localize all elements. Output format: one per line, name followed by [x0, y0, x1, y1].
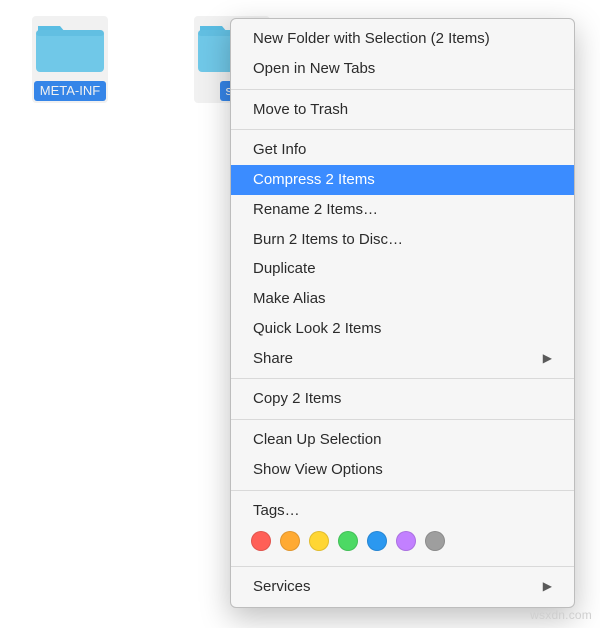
menu-item-label: New Folder with Selection (2 Items) — [253, 28, 490, 50]
menu-item[interactable]: Make Alias — [231, 284, 574, 314]
tag-color-dot[interactable] — [280, 531, 300, 551]
tag-color-dot[interactable] — [338, 531, 358, 551]
chevron-right-icon: ▶ — [543, 578, 552, 595]
menu-separator — [231, 490, 574, 491]
menu-item-label: Open in New Tabs — [253, 58, 375, 80]
menu-item-label: Tags… — [253, 500, 300, 522]
folder-icon — [34, 18, 106, 76]
menu-item[interactable]: Move to Trash — [231, 95, 574, 125]
menu-item-label: Make Alias — [253, 288, 326, 310]
menu-item[interactable]: Rename 2 Items… — [231, 195, 574, 225]
menu-item[interactable]: Open in New Tabs — [231, 54, 574, 84]
menu-item[interactable]: Tags… — [231, 496, 574, 526]
chevron-right-icon: ▶ — [543, 350, 552, 367]
menu-item-label: Compress 2 Items — [253, 169, 375, 191]
menu-item[interactable]: Duplicate — [231, 254, 574, 284]
menu-separator — [231, 566, 574, 567]
menu-separator — [231, 89, 574, 90]
menu-item-label: Duplicate — [253, 258, 316, 280]
menu-item-label: Burn 2 Items to Disc… — [253, 229, 403, 251]
menu-item[interactable]: Burn 2 Items to Disc… — [231, 225, 574, 255]
menu-item-label: Rename 2 Items… — [253, 199, 378, 221]
menu-item[interactable]: Copy 2 Items — [231, 384, 574, 414]
tag-color-dot[interactable] — [396, 531, 416, 551]
menu-item[interactable]: Compress 2 Items — [231, 165, 574, 195]
menu-item-label: Copy 2 Items — [253, 388, 341, 410]
menu-item[interactable]: Show View Options — [231, 455, 574, 485]
menu-separator — [231, 129, 574, 130]
menu-item[interactable]: Share ▶ — [231, 344, 574, 374]
menu-item-label: Move to Trash — [253, 99, 348, 121]
menu-item-label: Share — [253, 348, 293, 370]
context-menu[interactable]: New Folder with Selection (2 Items) Open … — [230, 18, 575, 608]
menu-item-label: Get Info — [253, 139, 306, 161]
watermark: wsxdn.com — [530, 608, 592, 622]
menu-item[interactable]: Services ▶ — [231, 572, 574, 602]
menu-item-label: Clean Up Selection — [253, 429, 381, 451]
folder-item[interactable]: META-INF — [30, 18, 110, 101]
tag-color-dot[interactable] — [251, 531, 271, 551]
tag-color-dot[interactable] — [367, 531, 387, 551]
tag-color-dot[interactable] — [425, 531, 445, 551]
tag-color-dot[interactable] — [309, 531, 329, 551]
menu-separator — [231, 419, 574, 420]
menu-item[interactable]: Get Info — [231, 135, 574, 165]
tag-color-row — [231, 525, 574, 561]
menu-item[interactable]: New Folder with Selection (2 Items) — [231, 24, 574, 54]
menu-item[interactable]: Clean Up Selection — [231, 425, 574, 455]
menu-item-label: Quick Look 2 Items — [253, 318, 381, 340]
menu-item-label: Services — [253, 576, 311, 598]
menu-item[interactable]: Quick Look 2 Items — [231, 314, 574, 344]
menu-separator — [231, 378, 574, 379]
menu-item-label: Show View Options — [253, 459, 383, 481]
